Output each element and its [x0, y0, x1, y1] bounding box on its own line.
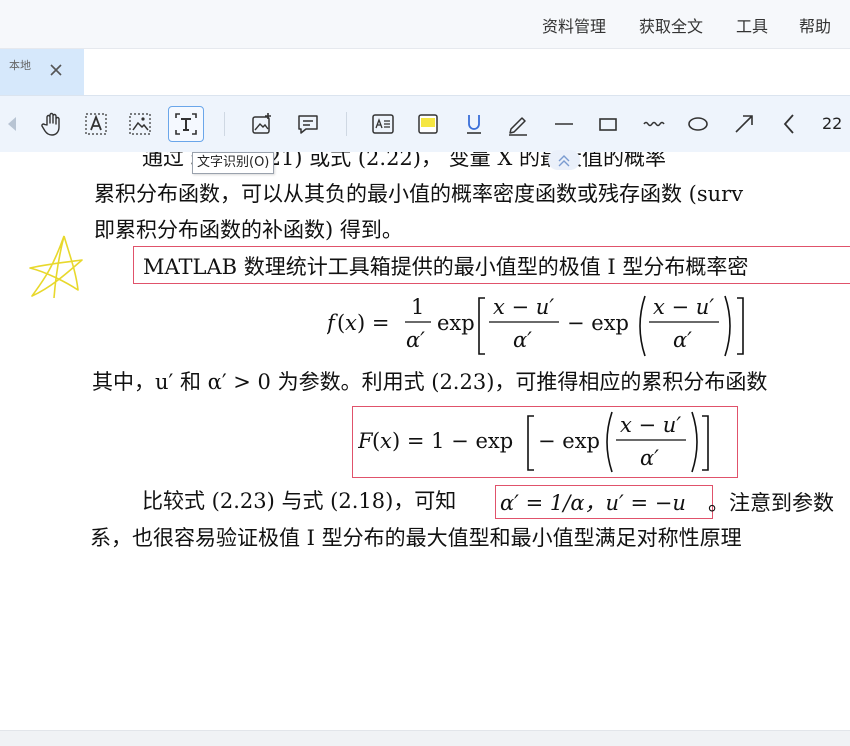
wave-tool-button[interactable] — [636, 106, 672, 142]
zoom-level[interactable]: 22 — [822, 114, 842, 133]
toolbar-separator — [346, 112, 347, 136]
tab-local[interactable]: 本地 — [0, 49, 84, 95]
ellipse-icon — [688, 117, 708, 131]
underline-button[interactable] — [456, 106, 492, 142]
image-add-icon — [252, 113, 271, 134]
formula-cdf-graphic: F (x) = 1 − exp − exp x − u′ α′ — [357, 411, 709, 473]
highlight-icon — [418, 114, 438, 134]
menu-item-help[interactable]: 帮助 — [799, 13, 831, 37]
arrow-tool-button[interactable] — [726, 106, 762, 142]
ocr-text-button[interactable] — [168, 106, 204, 142]
tooltip: 文字识别(O) — [192, 152, 275, 174]
svg-text:x − u′: x − u′ — [620, 413, 681, 437]
svg-text:− exp: − exp — [567, 311, 629, 335]
image-select-icon — [129, 113, 151, 135]
tab-strip: 本地 — [0, 49, 850, 95]
textbox-button[interactable] — [365, 106, 401, 142]
pen-icon — [509, 117, 527, 136]
document-inline-formula: α′ = 1/α，u′ = −u — [500, 491, 686, 515]
menu-item-tools[interactable]: 工具 — [736, 13, 768, 37]
top-menu-bar: 资料管理 获取全文 工具 帮助 — [0, 0, 850, 49]
svg-text:exp: exp — [437, 311, 475, 335]
svg-text:α′: α′ — [513, 328, 532, 352]
text-select-button[interactable] — [78, 106, 114, 142]
collapse-toolbar-button[interactable] — [548, 150, 580, 170]
formula-cdf: F (x) = 1 − exp − exp x − u′ α′ — [357, 408, 728, 480]
svg-text:) =: ) = — [357, 311, 389, 335]
previous-button[interactable] — [772, 106, 808, 142]
arrow-icon — [735, 115, 753, 133]
comment-icon — [298, 115, 318, 134]
ocr-text-icon — [175, 113, 197, 135]
line-tool-button[interactable] — [546, 106, 582, 142]
formula-pdf: f (x) = 1 α′ exp x − u′ α′ − exp x − u′ … — [325, 292, 757, 364]
highlight-button[interactable] — [410, 106, 446, 142]
document-line: 系，也很容易验证极值 I 型分布的最大值型和最小值型满足对称性原理 — [90, 526, 742, 550]
svg-text:x: x — [380, 429, 392, 453]
status-bar — [0, 730, 850, 746]
svg-text:(: ( — [372, 429, 380, 453]
line-icon — [555, 123, 573, 125]
document-line: MATLAB 数理统计工具箱提供的最小值型的极值 I 型分布概率密 — [143, 255, 749, 279]
comment-button[interactable] — [290, 106, 326, 142]
toolbar-separator — [224, 112, 225, 136]
rectangle-tool-button[interactable] — [590, 106, 626, 142]
menu-item-fulltext[interactable]: 获取全文 — [639, 13, 703, 37]
image-select-button[interactable] — [122, 106, 158, 142]
svg-text:α′: α′ — [673, 328, 692, 352]
pdf-page: 通过 理式 (2.21) 或式 (2.22)， 变量 X 的最大值的概率 累积分… — [0, 152, 850, 730]
hand-tool-button[interactable] — [34, 106, 70, 142]
svg-text:− exp: − exp — [538, 429, 600, 453]
document-line: 。注意到参数 — [708, 491, 834, 515]
rectangle-icon — [599, 118, 617, 131]
annotation-toolbar: 22 — [0, 95, 850, 153]
underline-icon — [467, 115, 481, 134]
hand-icon — [41, 112, 60, 136]
document-line: 比较式 (2.23) 与式 (2.18)，可知 — [142, 489, 457, 513]
formula-pdf-graphic: f (x) = 1 α′ exp x − u′ α′ − exp x − u′ … — [325, 295, 744, 357]
chevron-up-icon — [558, 155, 570, 167]
star-annotation[interactable] — [26, 232, 84, 302]
document-line: 累积分布函数，可以从其负的最小值的概率密度函数或残存函数 (surv — [94, 182, 744, 206]
document-line: 即累积分布函数的补函数) 得到。 — [94, 218, 403, 242]
scroll-left-icon[interactable] — [6, 116, 18, 132]
svg-text:(: ( — [337, 311, 345, 335]
text-select-icon — [85, 113, 107, 135]
svg-text:) = 1 − exp: ) = 1 − exp — [392, 429, 513, 453]
ellipse-tool-button[interactable] — [680, 106, 716, 142]
wave-icon — [643, 121, 665, 127]
close-icon[interactable] — [48, 62, 64, 78]
svg-text:α′: α′ — [406, 328, 425, 352]
tab-label: 本地 — [9, 59, 31, 72]
add-image-button[interactable] — [244, 106, 280, 142]
document-line: 其中，u′ 和 α′ > 0 为参数。利用式 (2.23)，可推得相应的累积分布… — [92, 370, 768, 394]
pen-button[interactable] — [500, 106, 536, 142]
svg-text:1: 1 — [411, 295, 424, 319]
svg-text:x − u′: x − u′ — [653, 295, 714, 319]
svg-text:x: x — [345, 311, 357, 335]
textbox-icon — [372, 114, 394, 134]
chevron-left-icon — [783, 114, 794, 134]
menu-item-library[interactable]: 资料管理 — [542, 13, 606, 37]
svg-text:x − u′: x − u′ — [493, 295, 554, 319]
svg-text:α′: α′ — [640, 446, 659, 470]
